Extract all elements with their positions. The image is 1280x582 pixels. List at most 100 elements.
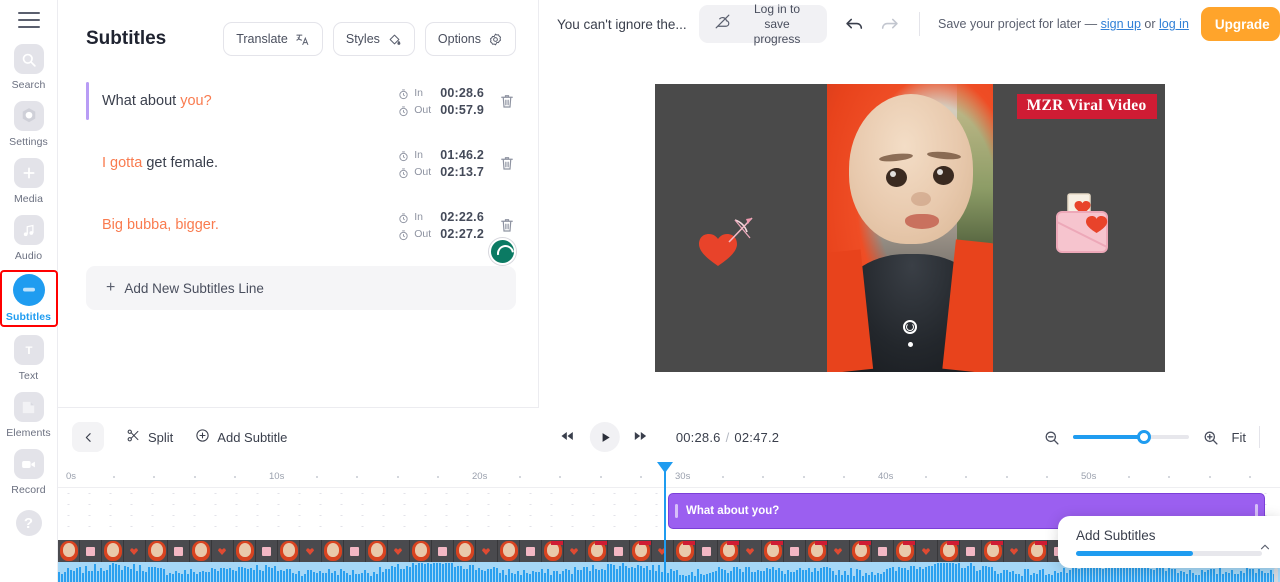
log-in-link[interactable]: log in bbox=[1159, 17, 1189, 31]
waveform-bar bbox=[856, 569, 858, 582]
zoom-out-icon[interactable] bbox=[1043, 429, 1060, 446]
waveform-bar bbox=[130, 569, 132, 582]
timeline-scrollbar[interactable] bbox=[1274, 568, 1278, 582]
add-subtitle-button[interactable]: Add Subtitle bbox=[195, 428, 287, 446]
upgrade-button[interactable]: Upgrade bbox=[1200, 7, 1280, 41]
zoom-slider[interactable] bbox=[1072, 430, 1189, 444]
heart-with-arrow-sticker bbox=[698, 212, 769, 272]
clock-icon bbox=[398, 228, 409, 241]
sidebar-item-elements[interactable]: Elements bbox=[0, 392, 58, 439]
filmstrip-frame-face bbox=[899, 543, 911, 557]
add-subtitles-toast[interactable]: Add Subtitles bbox=[1058, 516, 1280, 568]
chat-bubble-button[interactable] bbox=[489, 238, 516, 265]
sidebar-item-text[interactable]: T Text bbox=[0, 335, 58, 382]
waveform-bar bbox=[457, 566, 459, 582]
rewind-icon[interactable] bbox=[559, 428, 577, 446]
time-in-value[interactable]: 00:28.6 bbox=[440, 86, 484, 100]
time-in-row: In 00:28.6 bbox=[398, 86, 484, 100]
add-new-subtitles-line-button[interactable]: + Add New Subtitles Line bbox=[86, 266, 516, 310]
delete-icon[interactable] bbox=[498, 92, 516, 110]
waveform-bar bbox=[739, 569, 741, 582]
table-row[interactable]: What about you? In 00:28.6 Out 00:57.9 bbox=[86, 70, 516, 132]
waveform-bar bbox=[817, 570, 819, 582]
sidebar-item-subtitles[interactable]: Subtitles bbox=[0, 270, 58, 327]
play-button[interactable] bbox=[589, 422, 620, 452]
split-button[interactable]: Split bbox=[126, 428, 173, 446]
waveform-bar bbox=[451, 563, 453, 582]
waveform-bar bbox=[85, 565, 87, 582]
project-title[interactable]: You can't ignore the... bbox=[557, 17, 687, 32]
zoom-slider-knob[interactable] bbox=[1137, 430, 1152, 444]
filmstrip-frame bbox=[806, 540, 828, 562]
sidebar-item-settings[interactable]: Settings bbox=[0, 101, 58, 148]
styles-button[interactable]: Styles bbox=[332, 22, 415, 56]
time-out-value[interactable]: 02:13.7 bbox=[440, 165, 484, 179]
login-to-save-button[interactable]: Log in to save progress bbox=[698, 2, 828, 46]
sidebar-item-audio[interactable]: Audio bbox=[0, 215, 58, 262]
undo-arrow-icon[interactable] bbox=[843, 13, 865, 35]
waveform-bar bbox=[1204, 572, 1206, 582]
delete-icon[interactable] bbox=[498, 154, 516, 172]
table-row[interactable]: Big bubba, bigger. In 02:22.6 Out 02:27.… bbox=[86, 194, 516, 256]
sidebar-item-media[interactable]: Media bbox=[0, 158, 58, 205]
sign-up-link[interactable]: sign up bbox=[1101, 17, 1141, 31]
zoom-in-icon[interactable] bbox=[1202, 429, 1219, 446]
waveform-bar bbox=[463, 568, 465, 582]
ruler-tick-dot bbox=[1168, 476, 1171, 478]
fast-forward-icon[interactable] bbox=[633, 428, 651, 446]
subtitle-text[interactable]: Big bubba, bigger. bbox=[102, 216, 398, 235]
waveform-bar bbox=[1231, 570, 1233, 582]
ruler-tick-dot bbox=[193, 476, 196, 478]
waveform-bar bbox=[868, 575, 870, 582]
subtitle-text[interactable]: I gotta get female. bbox=[102, 154, 398, 173]
waveform-bar bbox=[517, 570, 519, 582]
waveform-bar bbox=[211, 567, 213, 582]
time-in-value[interactable]: 02:22.6 bbox=[440, 210, 484, 224]
options-button[interactable]: Options bbox=[424, 22, 516, 56]
subtitle-text[interactable]: What about you? bbox=[102, 92, 398, 111]
filmstrip-frame bbox=[454, 540, 476, 562]
subtitle-times: In 02:22.6 Out 02:27.2 bbox=[398, 210, 484, 241]
redo-arrow-icon[interactable] bbox=[879, 13, 901, 35]
ruler-tick-label: 30s bbox=[675, 471, 691, 482]
video-stage[interactable]: MZR Viral Video bbox=[654, 84, 1165, 372]
filmstrip-frame bbox=[322, 540, 344, 562]
time-out-label: Out bbox=[414, 227, 432, 240]
waveform-bar bbox=[1264, 572, 1266, 582]
sidebar-label-audio: Audio bbox=[14, 250, 43, 262]
waveform-bar bbox=[298, 570, 300, 582]
delete-icon[interactable] bbox=[498, 216, 516, 234]
time-out-value[interactable]: 02:27.2 bbox=[440, 227, 484, 241]
help-icon[interactable]: ? bbox=[15, 510, 42, 536]
sidebar-item-search[interactable]: Search bbox=[0, 44, 58, 91]
fit-button[interactable]: Fit bbox=[1232, 430, 1246, 445]
waveform-bar bbox=[562, 570, 564, 582]
clip-handle-left[interactable] bbox=[675, 504, 678, 518]
waveform-bar bbox=[64, 571, 66, 582]
hamburger-menu-icon[interactable] bbox=[17, 12, 40, 28]
waveform-bar bbox=[283, 570, 285, 582]
waveform-bar bbox=[397, 564, 399, 582]
plus-circle-icon bbox=[195, 428, 210, 446]
waveform-bar bbox=[436, 563, 438, 582]
sidebar-item-record[interactable]: Record bbox=[0, 449, 58, 496]
waveform-bar bbox=[781, 570, 783, 582]
waveform-bar bbox=[472, 564, 474, 582]
waveform-bar bbox=[367, 572, 369, 582]
chevron-up-icon[interactable] bbox=[1254, 534, 1276, 560]
waveform-bar bbox=[718, 567, 720, 582]
timeline-ruler[interactable]: 0s 10s 20s 30s 40s 50s bbox=[58, 466, 1280, 488]
back-button[interactable] bbox=[72, 422, 104, 452]
filmstrip-frame bbox=[960, 540, 982, 562]
add-subtitle-label: Add Subtitle bbox=[217, 429, 288, 445]
ruler-tick-dot bbox=[518, 476, 521, 478]
time-in-row: In 02:22.6 bbox=[398, 210, 484, 224]
table-row[interactable]: I gotta get female. In 01:46.2 Out 02:13… bbox=[86, 132, 516, 194]
time-out-value[interactable]: 00:57.9 bbox=[440, 103, 484, 117]
translate-button[interactable]: Translate bbox=[223, 22, 323, 56]
filmstrip-frame-heart bbox=[922, 548, 930, 555]
waveform-bar bbox=[76, 567, 78, 582]
time-in-value[interactable]: 01:46.2 bbox=[440, 148, 484, 162]
waveform-bar bbox=[724, 569, 726, 582]
waveform-bar bbox=[1213, 568, 1215, 582]
